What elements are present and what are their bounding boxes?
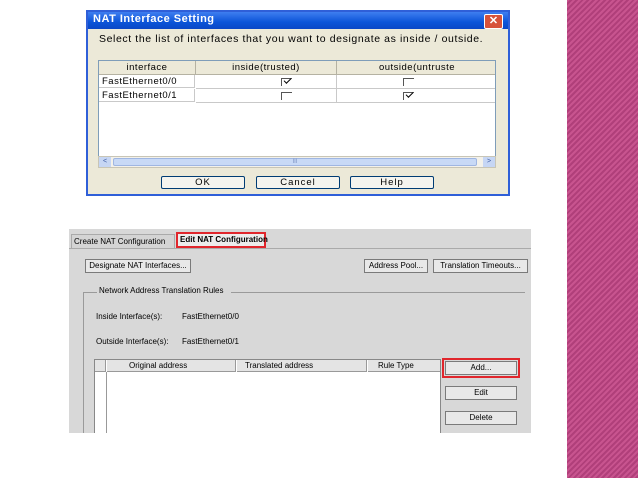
nat-configuration-panel: Create NAT Configuration Edit NAT Config… (69, 229, 531, 433)
inside-interfaces-label: Inside Interface(s): (96, 312, 163, 321)
scroll-thumb[interactable]: III (113, 158, 477, 166)
designate-nat-interfaces-button[interactable]: Designate NAT Interfaces... (85, 259, 191, 273)
table-divider (106, 372, 107, 433)
address-pool-button[interactable]: Address Pool... (364, 259, 428, 273)
inside-interfaces-value: FastEthernet0/0 (182, 312, 239, 321)
group-border (231, 292, 525, 293)
dialog-title: NAT Interface Setting (93, 13, 215, 25)
outside-checkbox-unchecked[interactable] (403, 78, 414, 86)
inside-checkbox-checked[interactable] (281, 78, 292, 86)
translation-timeouts-button[interactable]: Translation Timeouts... (433, 259, 528, 273)
outside-interfaces-value: FastEthernet0/1 (182, 337, 239, 346)
column-header-rule-type[interactable]: Rule Type (368, 360, 440, 372)
nat-interface-dialog: NAT Interface Setting ✕ Select the list … (88, 12, 508, 194)
inside-checkbox-unchecked[interactable] (281, 92, 292, 100)
tab-divider (69, 248, 531, 249)
column-header-outside[interactable]: outside(untruste (337, 61, 495, 75)
table-cell (196, 75, 337, 89)
edit-button[interactable]: Edit (445, 386, 517, 400)
nat-rules-table: Original address Translated address Rule… (94, 359, 441, 433)
column-header-original-address[interactable]: Original address (107, 360, 236, 372)
scroll-right-icon[interactable]: > (483, 157, 495, 167)
table-cell (196, 89, 337, 103)
column-header-interface[interactable]: interface (99, 61, 196, 75)
scroll-left-icon[interactable]: < (99, 157, 111, 167)
dialog-instruction: Select the list of interfaces that you w… (99, 33, 484, 45)
table-cell (337, 89, 495, 103)
close-icon[interactable]: ✕ (484, 14, 503, 29)
decorative-side-band (567, 0, 638, 478)
column-header-select (95, 360, 106, 372)
dialog-titlebar[interactable]: NAT Interface Setting ✕ (88, 12, 508, 29)
tab-edit-nat-configuration[interactable]: Edit NAT Configuration (176, 232, 268, 248)
outside-interfaces-label: Outside Interface(s): (96, 337, 169, 346)
column-header-translated-address[interactable]: Translated address (237, 360, 367, 372)
column-header-inside[interactable]: inside(trusted) (196, 61, 337, 75)
group-border (83, 292, 84, 433)
tab-create-nat-configuration[interactable]: Create NAT Configuration (71, 234, 175, 248)
horizontal-scrollbar[interactable]: < III > (98, 156, 496, 168)
cancel-button[interactable]: Cancel (256, 176, 340, 189)
table-row-interface-name[interactable]: FastEthernet0/1 (99, 89, 195, 102)
table-cell (337, 75, 495, 89)
table-row-interface-name[interactable]: FastEthernet0/0 (99, 75, 195, 88)
interface-table: interface inside(trusted) outside(untrus… (98, 60, 496, 162)
delete-button[interactable]: Delete (445, 411, 517, 425)
group-border (83, 292, 97, 293)
group-title: Network Address Translation Rules (99, 286, 224, 295)
outside-checkbox-checked[interactable] (403, 92, 414, 100)
help-button[interactable]: Help (350, 176, 434, 189)
add-button-highlight (442, 358, 520, 378)
ok-button[interactable]: OK (161, 176, 245, 189)
